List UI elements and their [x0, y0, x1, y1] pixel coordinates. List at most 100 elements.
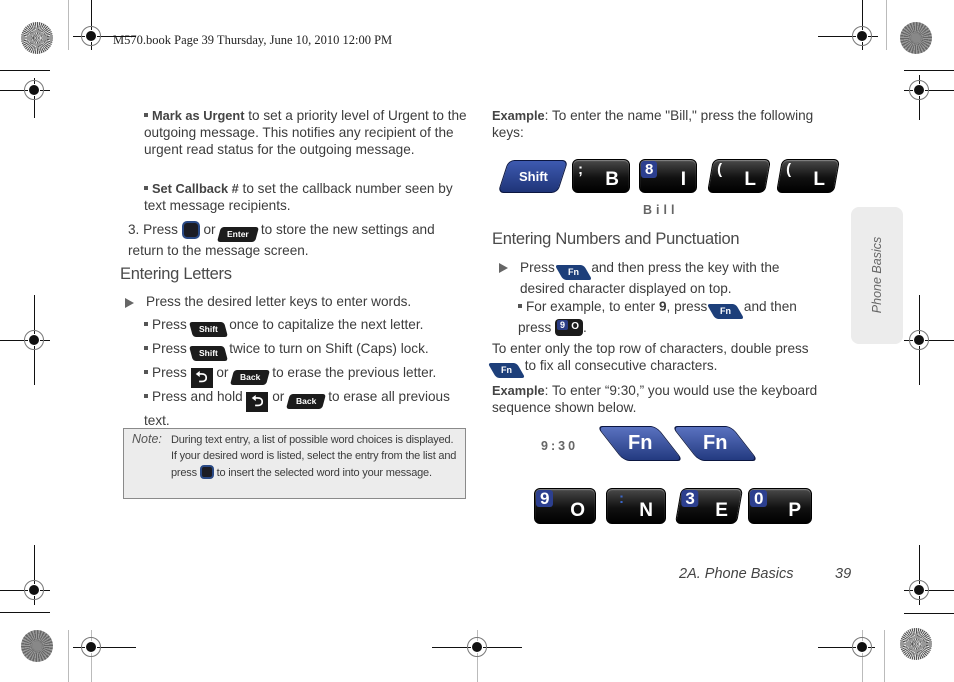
- main-item-numbers: Press Fn and then press the key with the…: [520, 259, 820, 297]
- sub-item-text: Press: [152, 365, 187, 380]
- back-key-label: Back: [240, 372, 261, 382]
- square-bullet-icon: [144, 370, 148, 374]
- key-bottom-char: L: [744, 169, 757, 190]
- registration-target-icon: [24, 580, 44, 600]
- triangle-bullet-icon: [499, 263, 508, 273]
- footer-page-number: 39: [835, 566, 852, 582]
- item-text: For example, to enter: [526, 299, 659, 314]
- main-item-letters: Press the desired letter keys to enter w…: [146, 294, 412, 309]
- registration-target-icon: [24, 330, 44, 350]
- section-side-tab: Phone Basics: [851, 207, 903, 344]
- enter-key-icon: Enter: [217, 227, 260, 242]
- heading-entering-numbers: Entering Numbers and Punctuation: [492, 230, 740, 248]
- time-caption: 9:30: [541, 439, 579, 453]
- key-l: ( L: [707, 159, 771, 193]
- side-tab-label: Phone Basics: [870, 236, 884, 314]
- fn-key-icon: Fn: [554, 265, 592, 280]
- key-bottom-char: P: [788, 500, 801, 521]
- key-top-char: :: [619, 490, 624, 507]
- key-top-char: 3: [681, 489, 699, 508]
- back-arrow-key-icon: ⮌: [190, 368, 213, 388]
- heading-entering-letters: Entering Letters: [120, 265, 232, 283]
- note-text-part: to insert the selected word into your me…: [216, 466, 432, 479]
- back-key-icon: Back: [230, 370, 271, 385]
- note-box: Note: During text entry, a list of possi…: [123, 428, 466, 499]
- back-key-icon: Back: [286, 394, 327, 409]
- term-mark-as-urgent: Mark as Urgent: [152, 108, 245, 123]
- note-label: Note:: [132, 432, 162, 446]
- fn-key: Fn: [671, 426, 759, 461]
- shift-key-label: Shift: [198, 324, 218, 334]
- registration-target-icon: [909, 330, 929, 350]
- step-3: 3. Press or Enter to store the new setti…: [128, 221, 463, 259]
- ok-key-icon: [199, 464, 214, 479]
- example-label: Example: [492, 108, 545, 123]
- fn-key-icon: Fn: [487, 363, 526, 378]
- footer-section: 2A. Phone Basics: [679, 566, 794, 582]
- registration-target-icon: [909, 580, 929, 600]
- shift-key: Shift: [497, 160, 569, 193]
- example-bill-intro: Example: To enter the name "Bill," press…: [492, 107, 837, 141]
- key-top-char: (: [717, 161, 723, 178]
- key-bottom-char: O: [570, 500, 585, 521]
- term-set-callback: Set Callback #: [152, 181, 239, 196]
- registration-rosette-icon: [900, 628, 932, 660]
- key-bottom-char: B: [605, 169, 619, 190]
- sub-item-erase-letter: Press ⮌ or Back to erase the previous le…: [144, 364, 474, 388]
- fn-key-icon: Fn: [706, 304, 745, 319]
- fn-key-label: Fn: [501, 365, 512, 375]
- step-text: Press: [143, 222, 178, 237]
- enter-key-label: Enter: [227, 229, 250, 239]
- step-number: 3.: [128, 222, 140, 237]
- registration-rosette-icon: [21, 630, 53, 662]
- shift-key-icon: Shift: [188, 346, 228, 361]
- key-bottom-char: I: [680, 169, 686, 190]
- sub-item-erase-all: Press and hold ⮌ or Back to erase all pr…: [144, 388, 474, 429]
- registration-target-icon: [24, 80, 44, 100]
- bullet-mark-as-urgent: Mark as Urgent to set a priority level o…: [144, 107, 469, 158]
- example-time-intro: Example: To enter “9:30,” you would use …: [492, 382, 842, 416]
- sub-item-text: or: [216, 365, 229, 380]
- key-9-o: 9 O: [534, 488, 596, 524]
- key-9-o-icon: 9O: [555, 319, 584, 336]
- bill-caption: Bill: [643, 203, 679, 217]
- registration-target-icon: [852, 26, 872, 46]
- registration-target-icon: [909, 80, 929, 100]
- note-text: During text entry, a list of possible wo…: [171, 433, 461, 481]
- key-top-char: ;: [578, 161, 583, 178]
- key-top-char: 0: [750, 490, 768, 507]
- example-label: Example: [492, 383, 545, 398]
- digit-9: 9: [658, 299, 667, 314]
- square-bullet-icon: [144, 113, 148, 117]
- shift-key-label: Shift: [198, 348, 218, 358]
- back-arrow-key-icon: ⮌: [246, 392, 269, 412]
- sub-item-shift-once: Press Shift once to capitalize the next …: [144, 316, 474, 337]
- para-text: to fix all consecutive characters.: [524, 358, 718, 373]
- fn-key-label: Fn: [720, 306, 732, 316]
- sub-item-text: twice to turn on Shift (Caps) lock.: [229, 341, 429, 356]
- back-key-label: Back: [296, 396, 317, 406]
- para-text: To enter only the top row of characters,…: [492, 341, 809, 356]
- key-top-char: 8: [641, 161, 658, 178]
- key-3-e: 3 E: [674, 488, 744, 524]
- square-bullet-icon: [144, 346, 148, 350]
- shift-key-label: Shift: [518, 169, 548, 184]
- registration-target-icon: [467, 637, 487, 657]
- sub-item-enter-9: For example, to enter 9, press Fn and th…: [518, 298, 828, 336]
- printer-slug: M570.book Page 39 Thursday, June 10, 201…: [113, 33, 393, 47]
- fn-key-label: Fn: [702, 432, 728, 454]
- key-bottom-char: N: [639, 500, 653, 521]
- sub-item-text: Press: [152, 317, 187, 332]
- sub-item-shift-twice: Press Shift twice to turn on Shift (Caps…: [144, 340, 474, 361]
- shift-key-icon: Shift: [188, 322, 228, 337]
- sub-item-text: once to capitalize the next letter.: [229, 317, 424, 332]
- registration-rosette-icon: [21, 22, 53, 54]
- key-bottom-char: L: [813, 169, 826, 190]
- bullet-set-callback: Set Callback # to set the callback numbe…: [144, 180, 469, 214]
- sub-item-text: or: [272, 389, 285, 404]
- key-0-p: 0 P: [748, 488, 812, 524]
- key-top-char: (: [786, 161, 792, 178]
- key-top-char: 9: [536, 490, 554, 507]
- key-b: ; B: [572, 159, 630, 193]
- square-bullet-icon: [518, 304, 522, 308]
